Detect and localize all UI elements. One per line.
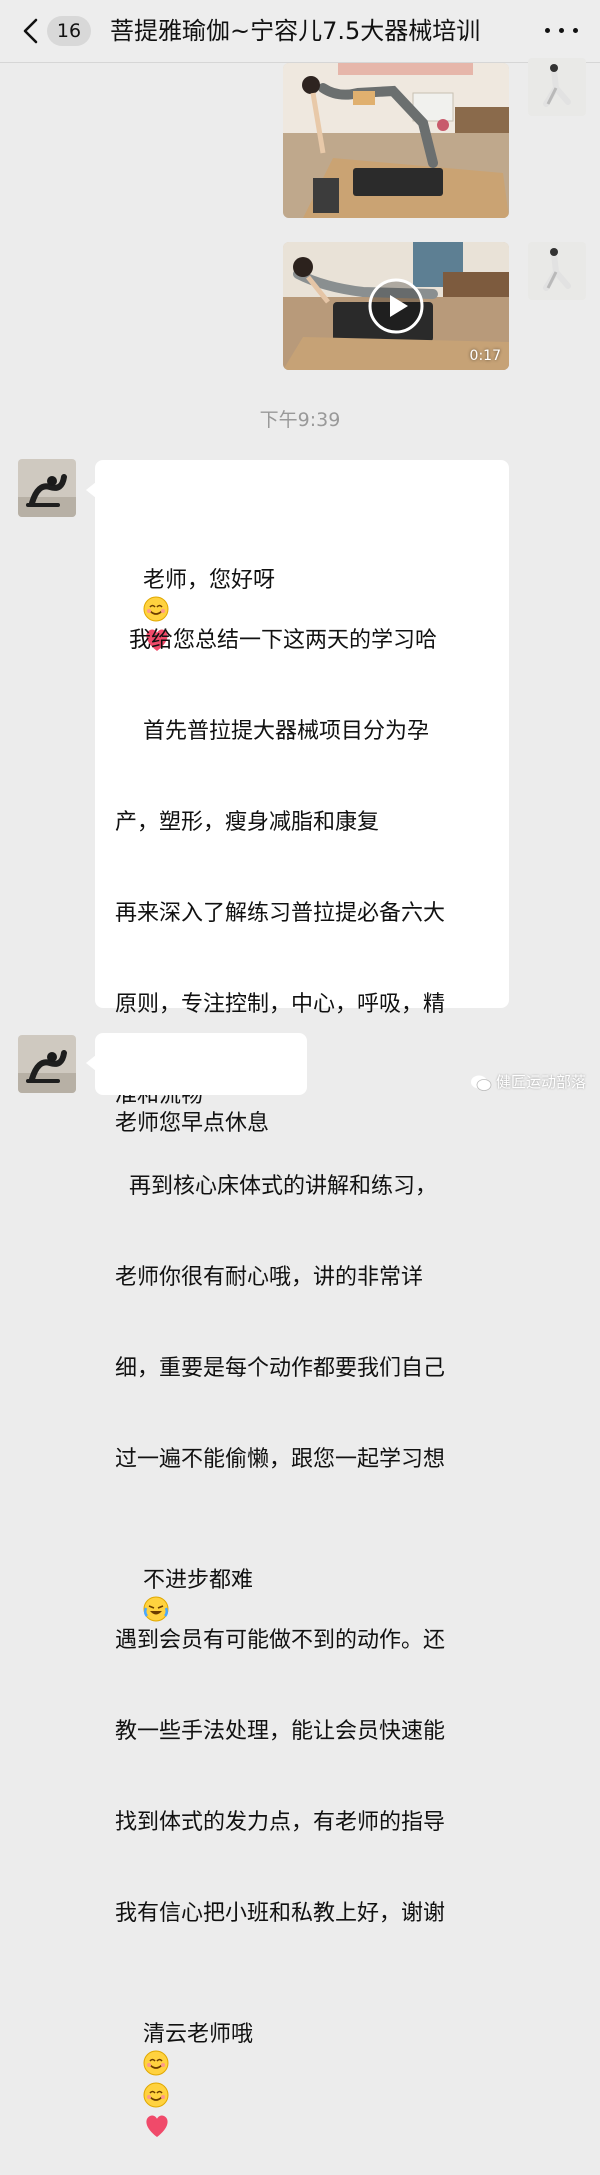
- smile-emoji-icon: [143, 2050, 169, 2076]
- laugh-cry-emoji-icon: [143, 1596, 169, 1622]
- incoming-message-bubble[interactable]: 老师，您好呀 我给您总结一下这两天的学习哈 首先普拉提大器械项目分为孕 产，塑形…: [86, 460, 509, 2138]
- contact-avatar[interactable]: [18, 459, 76, 517]
- message-line: 再来深入了解练习普拉提必备六大: [115, 901, 446, 927]
- message-line: 过一遍不能偷懒，跟您一起学习想: [115, 1446, 446, 1472]
- incoming-message-bubble[interactable]: 老师您早点休息: [86, 1033, 307, 1136]
- watermark: 健匠运动部落: [470, 1070, 586, 1094]
- message-line: 老师你很有耐心哦，讲的非常详: [115, 1264, 424, 1290]
- chat-header: 16 菩提雅瑜伽~宁容儿7.5大器械培训: [0, 0, 600, 63]
- chat-title: 菩提雅瑜伽~宁容儿7.5大器械培训: [110, 17, 481, 45]
- more-button[interactable]: [540, 18, 584, 44]
- image-message[interactable]: [283, 63, 509, 218]
- video-message[interactable]: 0:17: [283, 242, 509, 370]
- smile-emoji-icon: [143, 2082, 169, 2108]
- message-line: 我有信心把小班和私教上好，谢谢: [115, 1900, 446, 1926]
- message-timestamp: 下午9:39: [259, 409, 341, 431]
- more-dots-icon: [545, 28, 550, 33]
- video-duration: 0:17: [469, 348, 501, 364]
- play-button[interactable]: [368, 278, 424, 334]
- message-line: 首先普拉提大器械项目分为孕: [115, 719, 429, 745]
- message-line: 教一些手法处理，能让会员快速能: [115, 1719, 446, 1745]
- contact-avatar[interactable]: [18, 1035, 76, 1093]
- message-line: 老师您早点休息: [115, 1110, 270, 1136]
- wechat-icon: [470, 1075, 492, 1091]
- message-line: 细，重要是每个动作都要我们自己: [115, 1355, 446, 1381]
- chevron-left-icon: [23, 18, 38, 44]
- play-icon: [368, 278, 424, 334]
- message-line: 再到核心床体式的讲解和练习，: [115, 1173, 437, 1199]
- message-line: 老师，您好呀: [142, 567, 275, 593]
- message-line: 找到体式的发力点，有老师的指导: [115, 1810, 446, 1836]
- self-avatar[interactable]: [528, 58, 586, 116]
- message-line: 清云老师哦: [142, 2022, 253, 2048]
- message-line: 不进步都难: [142, 1567, 253, 1593]
- smile-emoji-icon: [143, 596, 169, 622]
- message-line: 我给您总结一下这两天的学习哈: [115, 628, 437, 654]
- message-line: 原则，专注控制，中心，呼吸，精: [115, 992, 446, 1018]
- message-line: 遇到会员有可能做不到的动作。还: [115, 1628, 446, 1654]
- unread-count-badge[interactable]: 16: [47, 16, 91, 46]
- watermark-text: 健匠运动部落: [495, 1073, 586, 1091]
- heart-emoji-icon: [146, 2115, 168, 2138]
- message-line: 产，塑形，瘦身减脂和康复: [115, 810, 380, 836]
- back-button[interactable]: [18, 17, 44, 45]
- self-avatar[interactable]: [528, 242, 586, 300]
